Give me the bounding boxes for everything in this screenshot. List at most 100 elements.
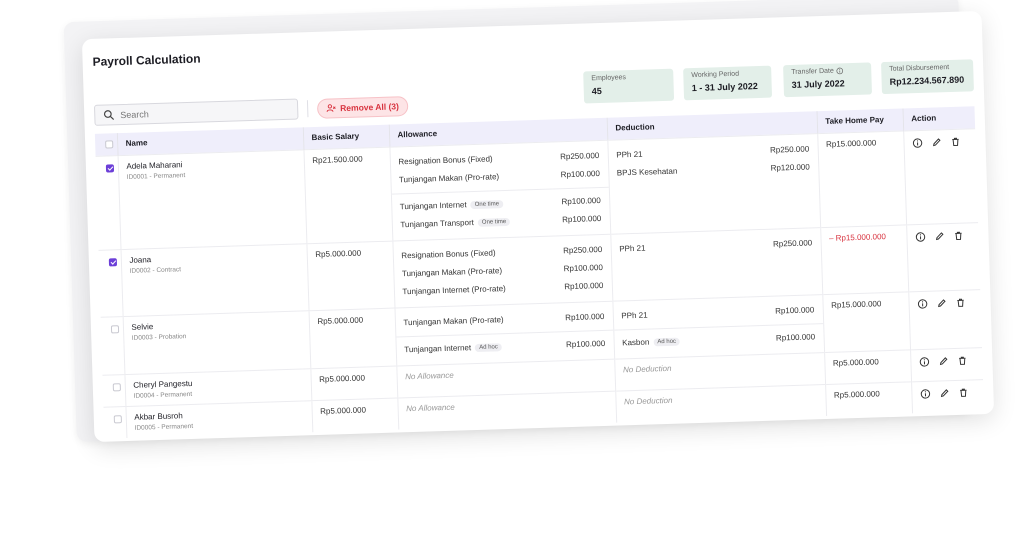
deduction-item: Kasbon Ad hoc Rp100.000	[622, 328, 815, 352]
header-take-home-pay[interactable]: Take Home Pay	[816, 108, 904, 134]
checkbox-cell	[102, 374, 126, 407]
stat-employees: Employees 45	[583, 68, 675, 104]
allowance-label: Tunjangan Makan (Pro-rate)	[398, 172, 500, 185]
stat-working-period: Working Period 1 - 31 July 2022	[683, 65, 773, 101]
allowance-amount: Rp100.000	[560, 169, 601, 180]
checkbox-cell	[95, 155, 121, 250]
info-icon[interactable]	[917, 298, 927, 309]
stat-transfer-date: Transfer Date 31 July 2022	[783, 62, 873, 98]
frequency-badge: Ad hoc	[475, 342, 502, 352]
deduction-cell: PPh 21 Rp250.000	[610, 227, 823, 301]
toolbar-divider	[306, 100, 309, 118]
select-all-checkbox[interactable]	[105, 140, 114, 149]
allowance-label: Tunjangan Makan (Pro-rate)	[403, 315, 504, 328]
take-home-pay-cell: Rp15.000.000	[822, 291, 911, 353]
allowance-label: Tunjangan Makan (Pro-rate)	[401, 266, 503, 279]
stat-value: 1 - 31 July 2022	[691, 81, 758, 94]
deduction-label-group: Kasbon Ad hoc	[622, 337, 681, 348]
allowance-amount: Rp250.000	[562, 244, 603, 256]
remove-all-button[interactable]: Remove All (3)	[316, 96, 409, 119]
action-cell	[903, 128, 979, 225]
allowance-item: Tunjangan Makan (Pro-rate) Rp100.000	[403, 307, 604, 331]
employee-id: ID0001 - Permanent	[126, 171, 186, 181]
pencil-icon[interactable]	[934, 231, 944, 241]
pencil-icon[interactable]	[936, 298, 946, 308]
header-basic-salary[interactable]: Basic Salary	[302, 124, 390, 150]
basic-salary-cell: Rp5.000.000	[306, 240, 395, 311]
info-icon[interactable]	[919, 356, 929, 367]
deduction-cell: PPh 21 Rp100.000 Kasbon Ad hoc Rp100.000	[612, 294, 825, 359]
trash-icon[interactable]	[955, 297, 965, 307]
page-title: Payroll Calculation	[92, 51, 201, 69]
remove-all-label: Remove All (3)	[340, 101, 400, 114]
info-icon[interactable]	[915, 231, 925, 242]
action-cell	[908, 289, 983, 350]
deduction-cell: PPh 21 Rp250.000 BPJS Kesehatan Rp120.000	[607, 133, 821, 234]
allowance-amount: Rp100.000	[564, 280, 604, 292]
pencil-icon[interactable]	[939, 388, 949, 398]
deduction-cell: No Deduction	[615, 384, 827, 423]
name-cell: Selvie ID0003 - Probation	[122, 310, 311, 375]
allowance-cell: Resignation Bonus (Fixed) Rp250.000 Tunja…	[389, 139, 611, 241]
deduction-label: BPJS Kesehatan	[616, 166, 678, 178]
info-icon[interactable]	[920, 388, 930, 399]
trash-icon[interactable]	[950, 136, 960, 146]
row-checkbox[interactable]	[112, 382, 121, 391]
deduction-amount: Rp250.000	[772, 238, 813, 249]
row-checkbox[interactable]	[113, 414, 122, 423]
allowance-label-group: Tunjangan Transport One time	[400, 217, 511, 230]
stat-value: 31 July 2022	[791, 78, 845, 90]
trash-icon[interactable]	[958, 387, 968, 397]
trash-icon[interactable]	[953, 230, 963, 240]
row-actions	[915, 229, 971, 242]
checkbox-cell	[98, 249, 123, 317]
checkbox-cell	[100, 316, 125, 375]
allowance-label: Tunjangan Transport	[400, 218, 475, 230]
name-cell: Joana ID0002 - Contract	[120, 243, 309, 317]
employee-id: ID0002 - Contract	[129, 265, 182, 275]
allowance-label-group: Tunjangan Internet Ad hoc	[404, 342, 502, 354]
deduction-item: PPh 21 Rp100.000	[621, 301, 814, 325]
allowance-label: Tunjangan Internet (Pro-rate)	[402, 284, 506, 297]
info-icon[interactable]	[912, 137, 922, 148]
frequency-badge: One time	[470, 199, 504, 209]
deduction-label: PPh 21	[619, 243, 646, 254]
payroll-card: Payroll Calculation Remove All (3) Emplo…	[81, 10, 995, 443]
deduction-label: Kasbon	[622, 337, 650, 348]
row-actions	[920, 386, 976, 399]
stat-label: Employees	[591, 74, 627, 83]
allowance-amount: Rp100.000	[565, 338, 606, 350]
deduction-label: PPh 21	[621, 310, 648, 321]
remove-user-icon	[326, 104, 336, 113]
row-checkbox[interactable]	[105, 163, 115, 173]
allowance-label: Resignation Bonus (Fixed)	[398, 154, 493, 167]
allowance-cell: No Allowance	[397, 390, 617, 429]
row-checkbox[interactable]	[110, 324, 120, 333]
name-cell: Adela Maharani ID0001 - Permanent	[117, 149, 307, 250]
pencil-icon[interactable]	[938, 356, 948, 366]
trash-icon[interactable]	[957, 355, 967, 365]
search-input[interactable]	[120, 104, 291, 120]
search-box[interactable]	[93, 98, 299, 126]
allowance-amount: Rp100.000	[562, 214, 602, 225]
info-icon[interactable]	[836, 67, 843, 75]
payroll-table: Name Basic Salary Allowance Deduction Ta…	[94, 106, 985, 439]
allowance-amount: Rp100.000	[563, 262, 603, 274]
basic-salary-cell: Rp21.500.000	[303, 146, 393, 244]
stat-label: Working Period	[691, 70, 740, 80]
allowance-item: Tunjangan Internet Ad hoc Rp100.000	[404, 334, 605, 358]
take-home-pay-cell: – Rp15.000.000	[820, 224, 909, 295]
deduction-amount: Rp100.000	[775, 332, 816, 343]
stat-value: 45	[591, 85, 602, 97]
stat-label: Total Disbursement	[889, 64, 950, 73]
pencil-icon[interactable]	[931, 137, 941, 147]
allowance-amount: Rp250.000	[560, 151, 600, 162]
allowance-amount: Rp100.000	[561, 196, 601, 207]
deduction-label: PPh 21	[616, 149, 643, 160]
deduction-amount: Rp120.000	[770, 162, 810, 173]
row-actions	[917, 296, 973, 309]
allowance-cell: Resignation Bonus (Fixed) Rp250.000 Tunja…	[392, 233, 613, 308]
row-checkbox[interactable]	[108, 257, 118, 266]
stat-label-row: Transfer Date	[791, 67, 863, 76]
search-icon	[103, 110, 114, 120]
